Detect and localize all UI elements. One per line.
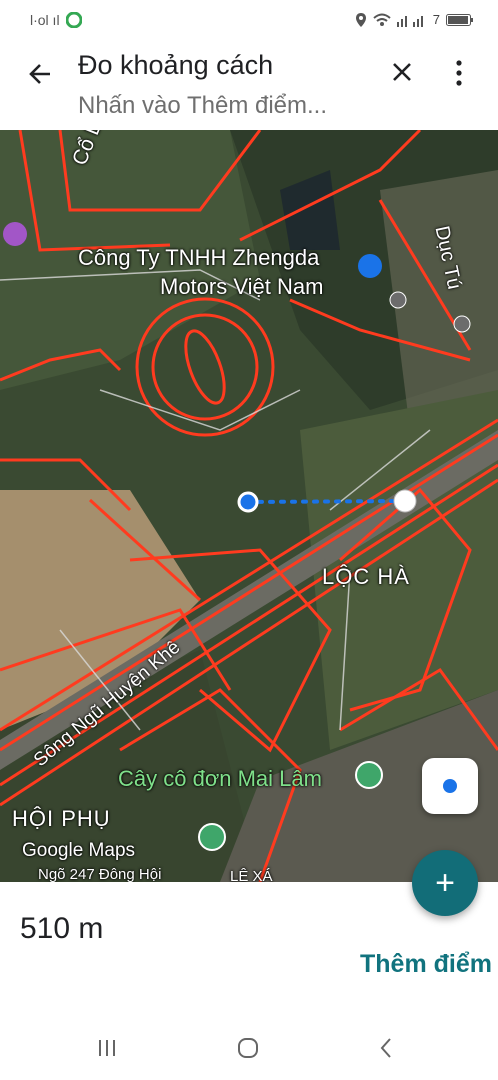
- status-bar: l·ol ıl 7: [0, 0, 498, 40]
- bus-stop-icon-2[interactable]: [453, 315, 471, 333]
- store-pin-icon[interactable]: [358, 254, 382, 278]
- bus-stop-icon[interactable]: [389, 291, 407, 309]
- status-time: 7: [432, 12, 440, 27]
- park-pin-icon[interactable]: [198, 823, 226, 851]
- back-arrow-icon[interactable]: [24, 58, 56, 90]
- my-location-button[interactable]: [422, 758, 478, 814]
- page-subtitle: Nhấn vào Thêm điểm...: [78, 92, 328, 119]
- map-view[interactable]: Cổ Loa Công Ty TNHH Zhengda Motors Việt …: [0, 130, 498, 882]
- label-le-xa: LỆ XÁ: [230, 868, 273, 882]
- label-company-1: Công Ty TNHH Zhengda: [78, 245, 320, 270]
- label-street: Ngõ 247 Đông Hội: [38, 866, 162, 882]
- measure-end-point[interactable]: [393, 489, 417, 513]
- measure-line: [246, 499, 407, 504]
- recent-apps-icon[interactable]: [96, 1036, 118, 1060]
- add-point-button[interactable]: Thêm điểm: [360, 950, 492, 979]
- battery-icon: [446, 13, 473, 26]
- distance-value: 510 m: [20, 912, 104, 945]
- location-pin-icon: [355, 12, 366, 27]
- tree-pin-icon[interactable]: [355, 761, 383, 789]
- page-title: Đo khoảng cách: [78, 50, 274, 80]
- add-icon: +: [435, 864, 455, 902]
- app-shield-icon: [65, 12, 82, 28]
- close-icon[interactable]: [388, 58, 416, 86]
- wifi-icon: [373, 13, 391, 26]
- shopping-pin-icon[interactable]: [3, 222, 27, 246]
- add-point-fab[interactable]: +: [412, 850, 478, 916]
- status-left: l·ol ıl: [30, 12, 82, 28]
- my-location-icon: [443, 779, 457, 793]
- google-maps-logo: Google Maps: [22, 840, 136, 861]
- system-nav-bar: [0, 1020, 498, 1080]
- signal-icon: [396, 15, 423, 27]
- home-icon[interactable]: [236, 1036, 260, 1060]
- status-right: 7: [355, 12, 474, 27]
- signal-text: l·ol ıl: [30, 12, 60, 28]
- label-loc-ha: LỘC HÀ: [322, 564, 410, 589]
- label-hoi-phu: HỘI PHỤ: [12, 806, 111, 831]
- app-bar: Đo khoảng cách Nhấn vào Thêm điểm...: [0, 40, 498, 130]
- label-cay-co-don: Cây cô đơn Mai Lâm: [118, 766, 322, 791]
- back-nav-icon[interactable]: [378, 1036, 394, 1060]
- more-vert-icon[interactable]: [450, 56, 468, 90]
- label-company-2: Motors Việt Nam: [160, 274, 324, 299]
- measure-start-point[interactable]: [237, 491, 259, 513]
